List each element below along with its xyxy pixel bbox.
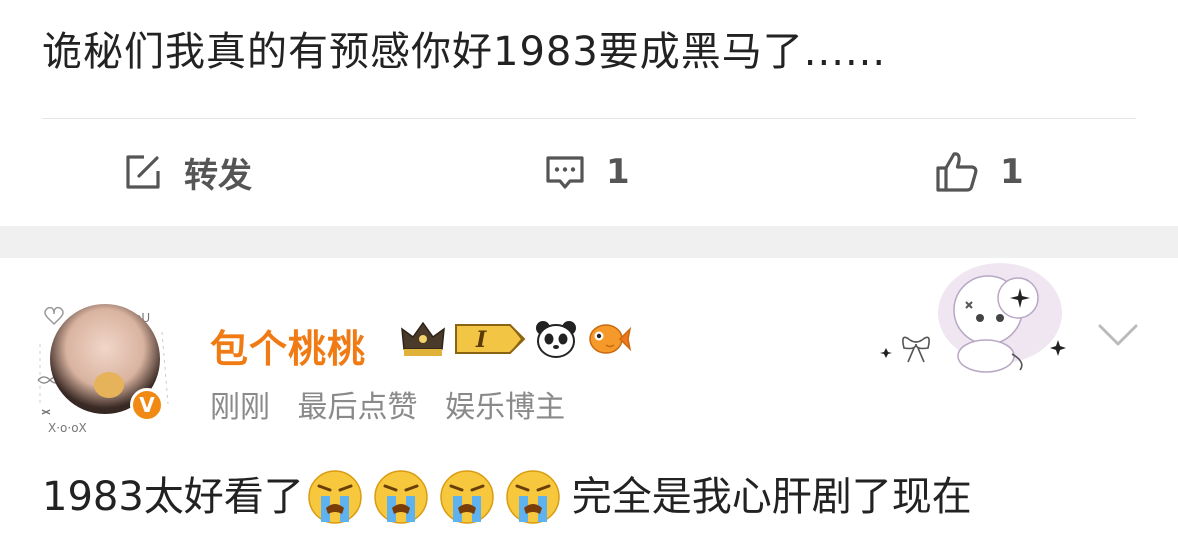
crown-icon	[400, 319, 446, 363]
comment-button[interactable]: 1	[544, 120, 630, 224]
comment-meta: 刚刚 最后点赞 娱乐博主	[210, 382, 583, 426]
chevron-down-icon[interactable]	[1096, 320, 1140, 354]
crying-face-emoji-3	[440, 470, 494, 524]
repost-button[interactable]: 转发	[122, 120, 252, 224]
like-button[interactable]: 1	[934, 120, 1024, 224]
level-badge: I	[454, 321, 526, 361]
svg-text:X·o·oX: X·o·oX	[48, 421, 87, 434]
thumbs-up-icon	[934, 149, 980, 195]
last-like-label: 最后点赞	[297, 390, 418, 425]
verified-v-icon: V	[130, 388, 164, 422]
user-role: 娱乐博主	[445, 390, 566, 425]
level-badge-text: I	[475, 327, 487, 353]
decorative-sticker	[880, 263, 1066, 373]
like-count: 1	[1000, 152, 1024, 192]
section-separator	[0, 226, 1178, 258]
emoji-row	[306, 468, 570, 526]
repost-label: 转发	[184, 155, 252, 196]
post-text: 诡秘们我真的有预感你好1983要成黑马了......	[42, 29, 887, 75]
divider	[42, 118, 1136, 119]
comment-time: 刚刚	[210, 390, 270, 425]
avatar-frame[interactable]: x·o·oU X·o·oX V	[34, 284, 174, 434]
comment-username[interactable]: 包个桃桃	[210, 318, 366, 373]
avatar-food	[94, 372, 124, 398]
user-badges: I	[400, 316, 640, 366]
comment-text: 1983太好看了 完全是我心肝剧了现在	[42, 468, 972, 526]
crying-face-emoji-1	[308, 470, 362, 524]
action-bar: 转发 1 1	[0, 120, 1178, 224]
comment-text-before: 1983太好看了	[42, 474, 304, 520]
comment-count: 1	[606, 152, 630, 192]
comment-item: x·o·oU X·o·oX V 包个桃桃 I	[0, 258, 1178, 554]
goldfish-icon	[586, 319, 632, 363]
edit-square-icon	[122, 151, 164, 193]
crying-face-emoji-4	[506, 470, 560, 524]
crying-face-emoji-2	[374, 470, 428, 524]
comment-bubble-icon	[544, 151, 586, 193]
panda-icon	[534, 319, 578, 363]
comment-text-after: 完全是我心肝剧了现在	[571, 474, 972, 520]
